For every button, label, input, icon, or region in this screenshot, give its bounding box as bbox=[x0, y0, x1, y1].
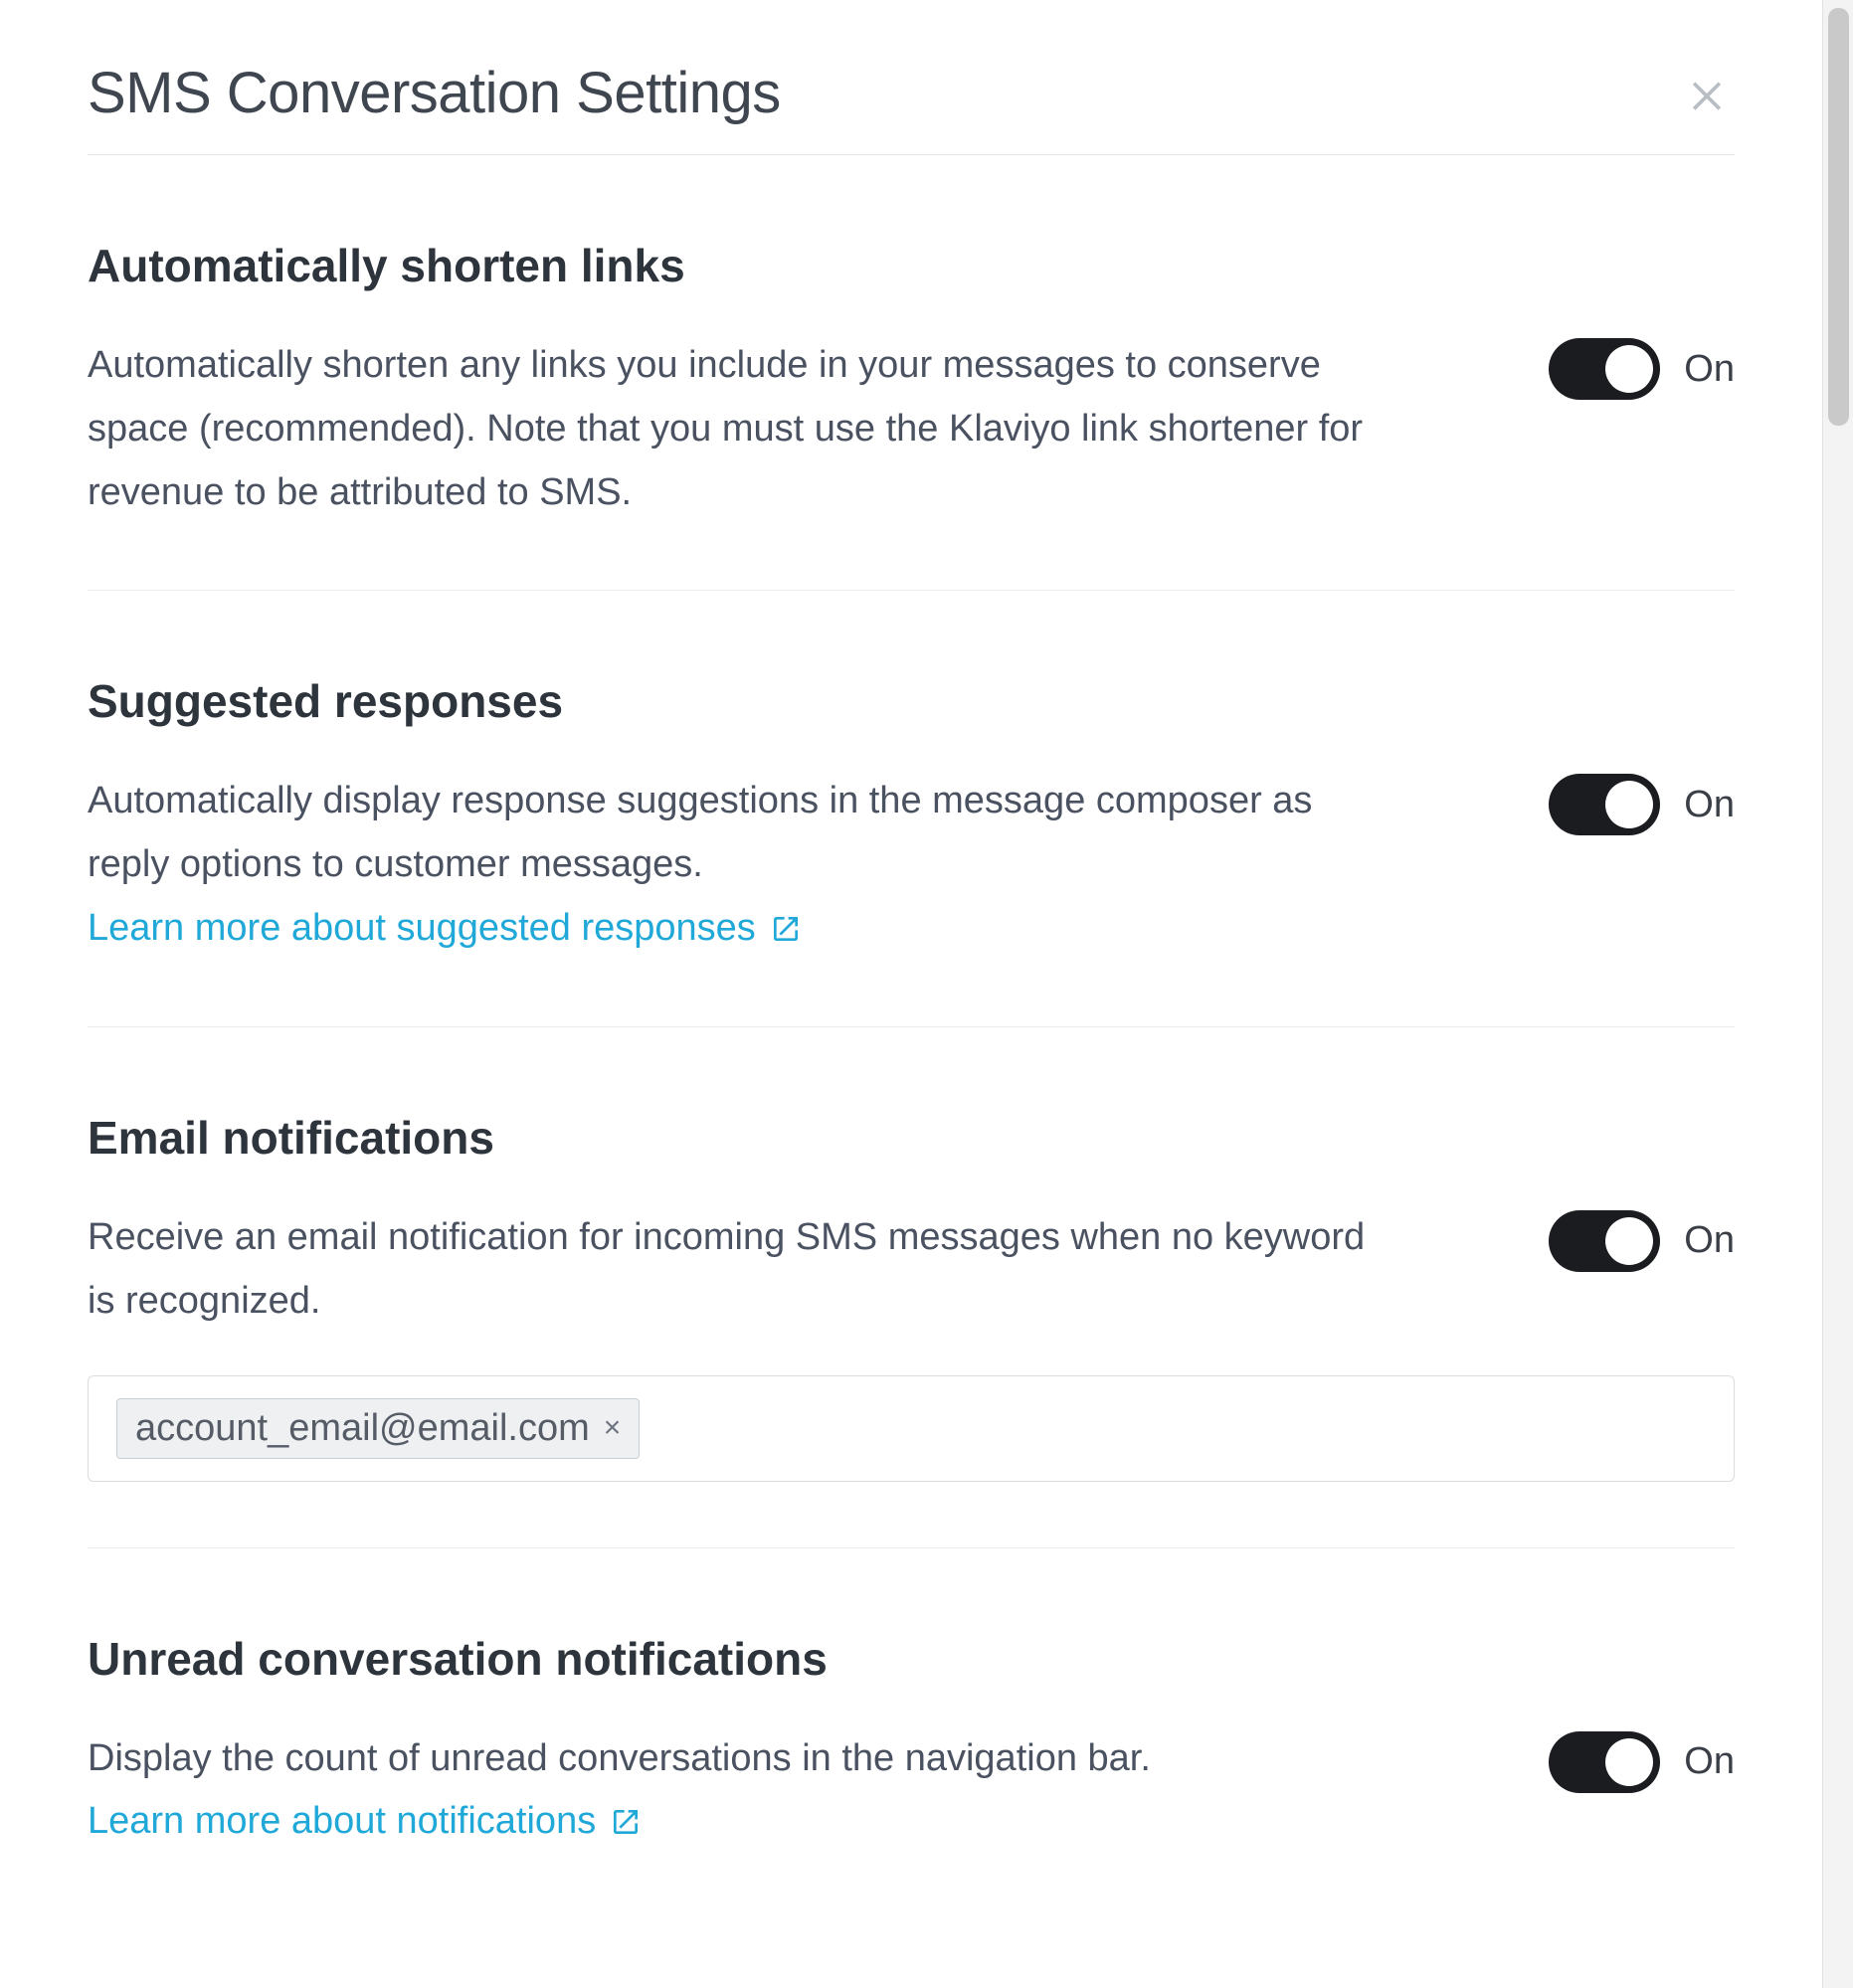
email-notifications-toggle-label: On bbox=[1684, 1219, 1735, 1262]
email-notifications-input[interactable]: account_email@email.com × bbox=[88, 1375, 1735, 1482]
email-notifications-toggle-wrap: On bbox=[1549, 1210, 1735, 1272]
suggested-responses-toggle[interactable] bbox=[1549, 774, 1660, 835]
suggested-responses-description: Automatically display response suggestio… bbox=[88, 780, 1312, 885]
shorten-links-description: Automatically shorten any links you incl… bbox=[88, 334, 1400, 524]
unread-notifications-learn-more-link[interactable]: Learn more about notifications bbox=[88, 1790, 642, 1854]
section-suggested-responses: Suggested responses Automatically displa… bbox=[88, 591, 1735, 1026]
toggle-knob bbox=[1605, 1217, 1653, 1265]
unread-notifications-toggle-label: On bbox=[1684, 1740, 1735, 1783]
modal-header: SMS Conversation Settings bbox=[88, 60, 1735, 155]
modal-title: SMS Conversation Settings bbox=[88, 60, 781, 126]
shorten-links-toggle-label: On bbox=[1684, 348, 1735, 391]
unread-notifications-toggle[interactable] bbox=[1549, 1731, 1660, 1793]
toggle-knob bbox=[1605, 781, 1653, 828]
external-link-icon bbox=[610, 1806, 642, 1838]
unread-notifications-link-text: Learn more about notifications bbox=[88, 1790, 596, 1854]
toggle-knob bbox=[1605, 345, 1653, 393]
scrollbar-track[interactable] bbox=[1822, 0, 1853, 1988]
section-shorten-links: Automatically shorten links Automaticall… bbox=[88, 155, 1735, 591]
external-link-icon bbox=[770, 913, 802, 945]
unread-notifications-description-block: Display the count of unread conversation… bbox=[88, 1727, 1400, 1855]
suggested-responses-toggle-wrap: On bbox=[1549, 774, 1735, 835]
section-title-unread-notifications: Unread conversation notifications bbox=[88, 1632, 1735, 1686]
scrollbar-thumb[interactable] bbox=[1828, 8, 1849, 426]
suggested-responses-description-block: Automatically display response suggestio… bbox=[88, 770, 1400, 960]
sms-conversation-settings-modal: SMS Conversation Settings Automatically … bbox=[0, 0, 1822, 1988]
close-button[interactable] bbox=[1679, 66, 1735, 121]
unread-notifications-description: Display the count of unread conversation… bbox=[88, 1737, 1151, 1779]
email-chip-remove[interactable]: × bbox=[604, 1413, 622, 1443]
email-chip: account_email@email.com × bbox=[116, 1398, 640, 1459]
shorten-links-toggle[interactable] bbox=[1549, 338, 1660, 400]
unread-notifications-toggle-wrap: On bbox=[1549, 1731, 1735, 1793]
email-chip-text: account_email@email.com bbox=[135, 1407, 590, 1450]
close-icon bbox=[1685, 72, 1729, 115]
section-title-shorten-links: Automatically shorten links bbox=[88, 239, 1735, 292]
suggested-responses-link-text: Learn more about suggested responses bbox=[88, 897, 756, 961]
suggested-responses-learn-more-link[interactable]: Learn more about suggested responses bbox=[88, 897, 802, 961]
section-title-suggested-responses: Suggested responses bbox=[88, 674, 1735, 728]
section-title-email-notifications: Email notifications bbox=[88, 1111, 1735, 1165]
section-email-notifications: Email notifications Receive an email not… bbox=[88, 1027, 1735, 1548]
toggle-knob bbox=[1605, 1738, 1653, 1786]
shorten-links-toggle-wrap: On bbox=[1549, 338, 1735, 400]
section-unread-notifications: Unread conversation notifications Displa… bbox=[88, 1548, 1735, 1920]
email-notifications-toggle[interactable] bbox=[1549, 1210, 1660, 1272]
email-notifications-description: Receive an email notification for incomi… bbox=[88, 1206, 1400, 1334]
suggested-responses-toggle-label: On bbox=[1684, 784, 1735, 826]
